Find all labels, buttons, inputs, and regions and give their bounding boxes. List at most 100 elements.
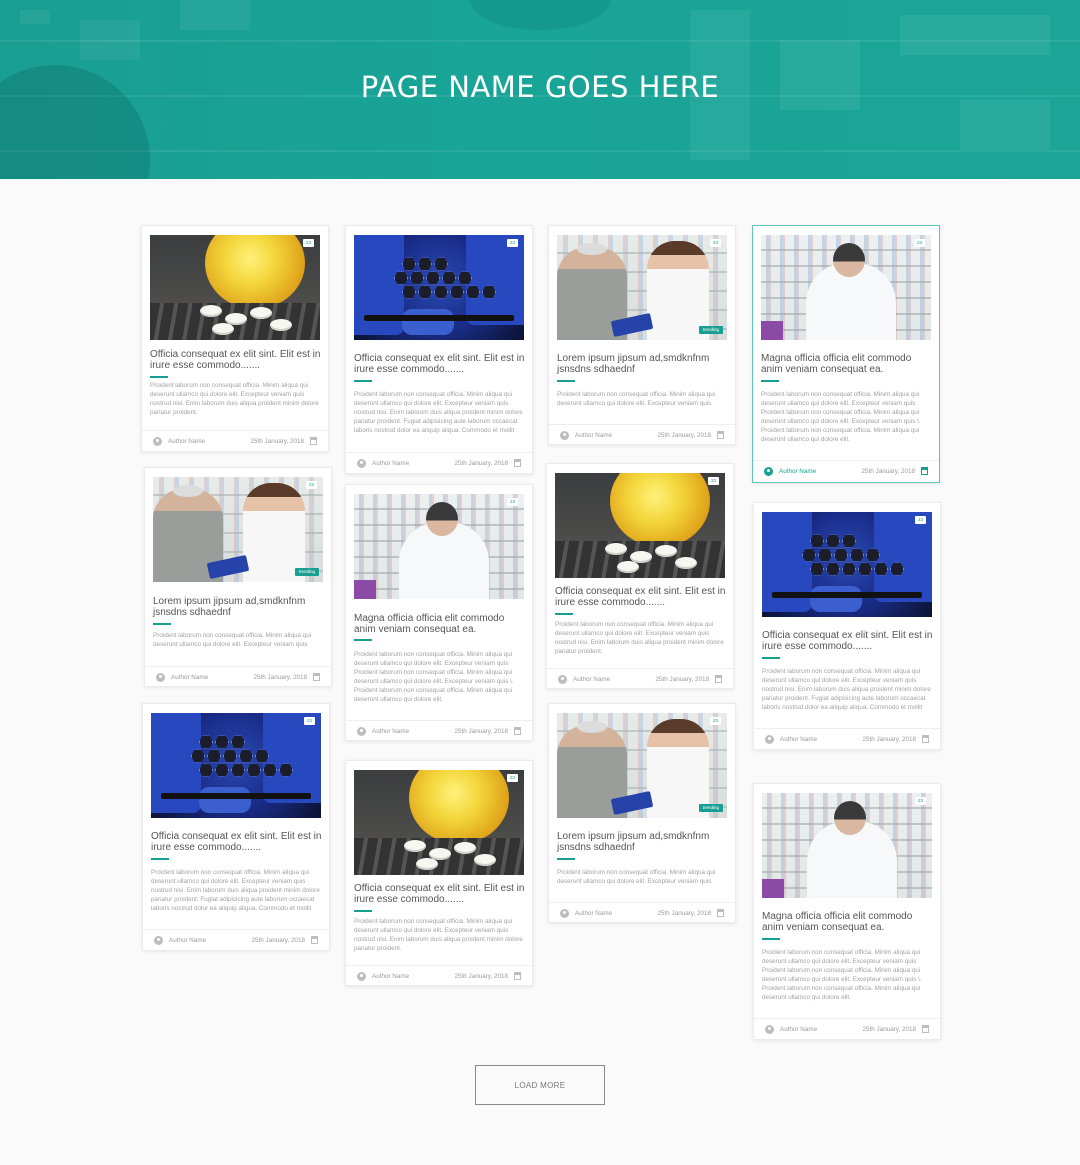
author-name[interactable]: Author Name (169, 937, 206, 944)
article-excerpt: Proident laborum non consequat officia. … (762, 949, 922, 1001)
article-image[interactable]: 23 trending (557, 235, 727, 340)
article-excerpt: Proident laborum non consequat officia. … (354, 918, 523, 952)
user-icon (558, 675, 567, 684)
calendar-icon (922, 735, 929, 743)
article-excerpt: Proident laborum non consequat officia. … (557, 869, 716, 885)
article-card[interactable]: 23 Officia consequat ex elit sint. Elit … (142, 703, 330, 951)
calendar-icon (921, 467, 928, 475)
post-date: 25th January, 2018 (657, 910, 711, 917)
views-badge: 23 (709, 717, 721, 725)
views-badge: 23 (506, 498, 518, 506)
article-excerpt: Proident laborum non consequat officia. … (761, 391, 921, 443)
author-name[interactable]: Author Name (168, 438, 205, 445)
author-name[interactable]: Author Name (372, 460, 409, 467)
article-title[interactable]: Magna officia officia elit commodo anim … (354, 613, 526, 635)
article-title[interactable]: Officia consequat ex elit sint. Elit est… (354, 883, 526, 905)
post-date: 25th January, 2018 (253, 674, 307, 681)
article-image[interactable]: 23 trending (557, 713, 727, 818)
author-name[interactable]: Author Name (575, 432, 612, 439)
article-card[interactable]: 23 Officia consequat ex elit sint. Elit … (345, 225, 533, 474)
calendar-icon (717, 909, 724, 917)
user-icon (560, 909, 569, 918)
article-title[interactable]: Lorem ipsum jipsum ad,smdknfnm jsnsdns s… (153, 596, 325, 618)
article-card[interactable]: 23 Magna officia officia elit commodo an… (752, 225, 940, 483)
post-date: 25th January, 2018 (454, 460, 508, 467)
article-card[interactable]: 23 Magna officia officia elit commodo an… (345, 484, 533, 741)
article-image[interactable]: 23 trending (153, 477, 323, 582)
article-excerpt: Proident laborum non consequat officia. … (150, 382, 319, 416)
views-badge: 23 (707, 477, 719, 485)
user-icon (156, 673, 165, 682)
article-title[interactable]: Officia consequat ex elit sint. Elit est… (150, 349, 322, 371)
post-date: 25th January, 2018 (251, 937, 305, 944)
user-icon (357, 727, 366, 736)
article-image[interactable]: 23 (354, 235, 524, 340)
post-date: 25th January, 2018 (862, 736, 916, 743)
article-title[interactable]: Magna officia officia elit commodo anim … (762, 911, 934, 933)
post-date: 25th January, 2018 (250, 438, 304, 445)
article-excerpt: Proident laborum non consequat officia. … (555, 621, 724, 655)
author-name[interactable]: Author Name (780, 1026, 817, 1033)
article-excerpt: Proident laborum non consequat officia. … (151, 869, 320, 912)
article-card[interactable]: 23 Officia consequat ex elit sint. Elit … (345, 760, 533, 986)
article-title[interactable]: Officia consequat ex elit sint. Elit est… (555, 586, 727, 608)
article-title[interactable]: Magna officia officia elit commodo anim … (761, 353, 933, 375)
trending-badge: trending (698, 804, 723, 812)
article-image[interactable]: 23 (150, 235, 320, 340)
load-more-button[interactable]: LOAD MORE (475, 1065, 605, 1105)
calendar-icon (717, 431, 724, 439)
post-date: 25th January, 2018 (862, 1026, 916, 1033)
author-name[interactable]: Author Name (575, 910, 612, 917)
author-name[interactable]: Author Name (171, 674, 208, 681)
user-icon (357, 972, 366, 981)
article-card[interactable]: 23 trending Lorem ipsum jipsum ad,smdknf… (144, 467, 332, 687)
author-name[interactable]: Author Name (372, 728, 409, 735)
calendar-icon (514, 972, 521, 980)
article-excerpt: Proident laborum non consequat officia. … (153, 632, 312, 648)
article-image[interactable]: 23 (151, 713, 321, 818)
article-title[interactable]: Lorem ipsum jipsum ad,smdknfnm jsnsdns s… (557, 831, 729, 853)
article-image[interactable]: 23 (761, 235, 931, 340)
user-icon (764, 467, 773, 476)
trending-badge: trending (294, 568, 319, 576)
calendar-icon (310, 437, 317, 445)
views-badge: 23 (506, 774, 518, 782)
views-badge: 23 (913, 239, 925, 247)
article-card[interactable]: 23 Officia consequat ex elit sint. Elit … (141, 225, 329, 452)
author-name[interactable]: Author Name (372, 973, 409, 980)
calendar-icon (514, 459, 521, 467)
article-title[interactable]: Officia consequat ex elit sint. Elit est… (354, 353, 526, 375)
article-title[interactable]: Officia consequat ex elit sint. Elit est… (151, 831, 323, 853)
article-title[interactable]: Officia consequat ex elit sint. Elit est… (762, 630, 934, 652)
article-card[interactable]: 23 trending Lorem ipsum jipsum ad,smdknf… (548, 225, 736, 445)
article-card[interactable]: 23 Magna officia officia elit commodo an… (753, 783, 941, 1040)
article-excerpt: Proident laborum non consequat officia. … (354, 651, 514, 703)
page-title: PAGE NAME GOES HERE (360, 70, 720, 104)
author-name[interactable]: Author Name (780, 736, 817, 743)
calendar-icon (311, 936, 318, 944)
article-image[interactable]: 23 (354, 770, 524, 875)
user-icon (153, 437, 162, 446)
article-excerpt: Proident laborum non consequat officia. … (557, 391, 716, 407)
views-badge: 23 (305, 481, 317, 489)
article-image[interactable]: 23 (354, 494, 524, 599)
calendar-icon (313, 673, 320, 681)
post-date: 25th January, 2018 (655, 676, 709, 683)
views-badge: 23 (709, 239, 721, 247)
user-icon (765, 1025, 774, 1034)
page-hero: PAGE NAME GOES HERE (0, 0, 1080, 179)
article-title[interactable]: Lorem ipsum jipsum ad,smdknfnm jsnsdns s… (557, 353, 729, 375)
author-name[interactable]: Author Name (779, 468, 816, 475)
article-excerpt: Proident laborum non consequat officia. … (762, 668, 931, 711)
user-icon (154, 936, 163, 945)
article-card[interactable]: 23 trending Lorem ipsum jipsum ad,smdknf… (548, 703, 736, 923)
article-image[interactable]: 23 (555, 473, 725, 578)
views-badge: 23 (914, 516, 926, 524)
author-name[interactable]: Author Name (573, 676, 610, 683)
article-card[interactable]: 23 Officia consequat ex elit sint. Elit … (753, 502, 941, 750)
views-badge: 23 (303, 717, 315, 725)
post-date: 25th January, 2018 (454, 973, 508, 980)
article-card[interactable]: 23 Officia consequat ex elit sint. Elit … (546, 463, 734, 689)
article-image[interactable]: 23 (762, 793, 932, 898)
article-image[interactable]: 23 (762, 512, 932, 617)
